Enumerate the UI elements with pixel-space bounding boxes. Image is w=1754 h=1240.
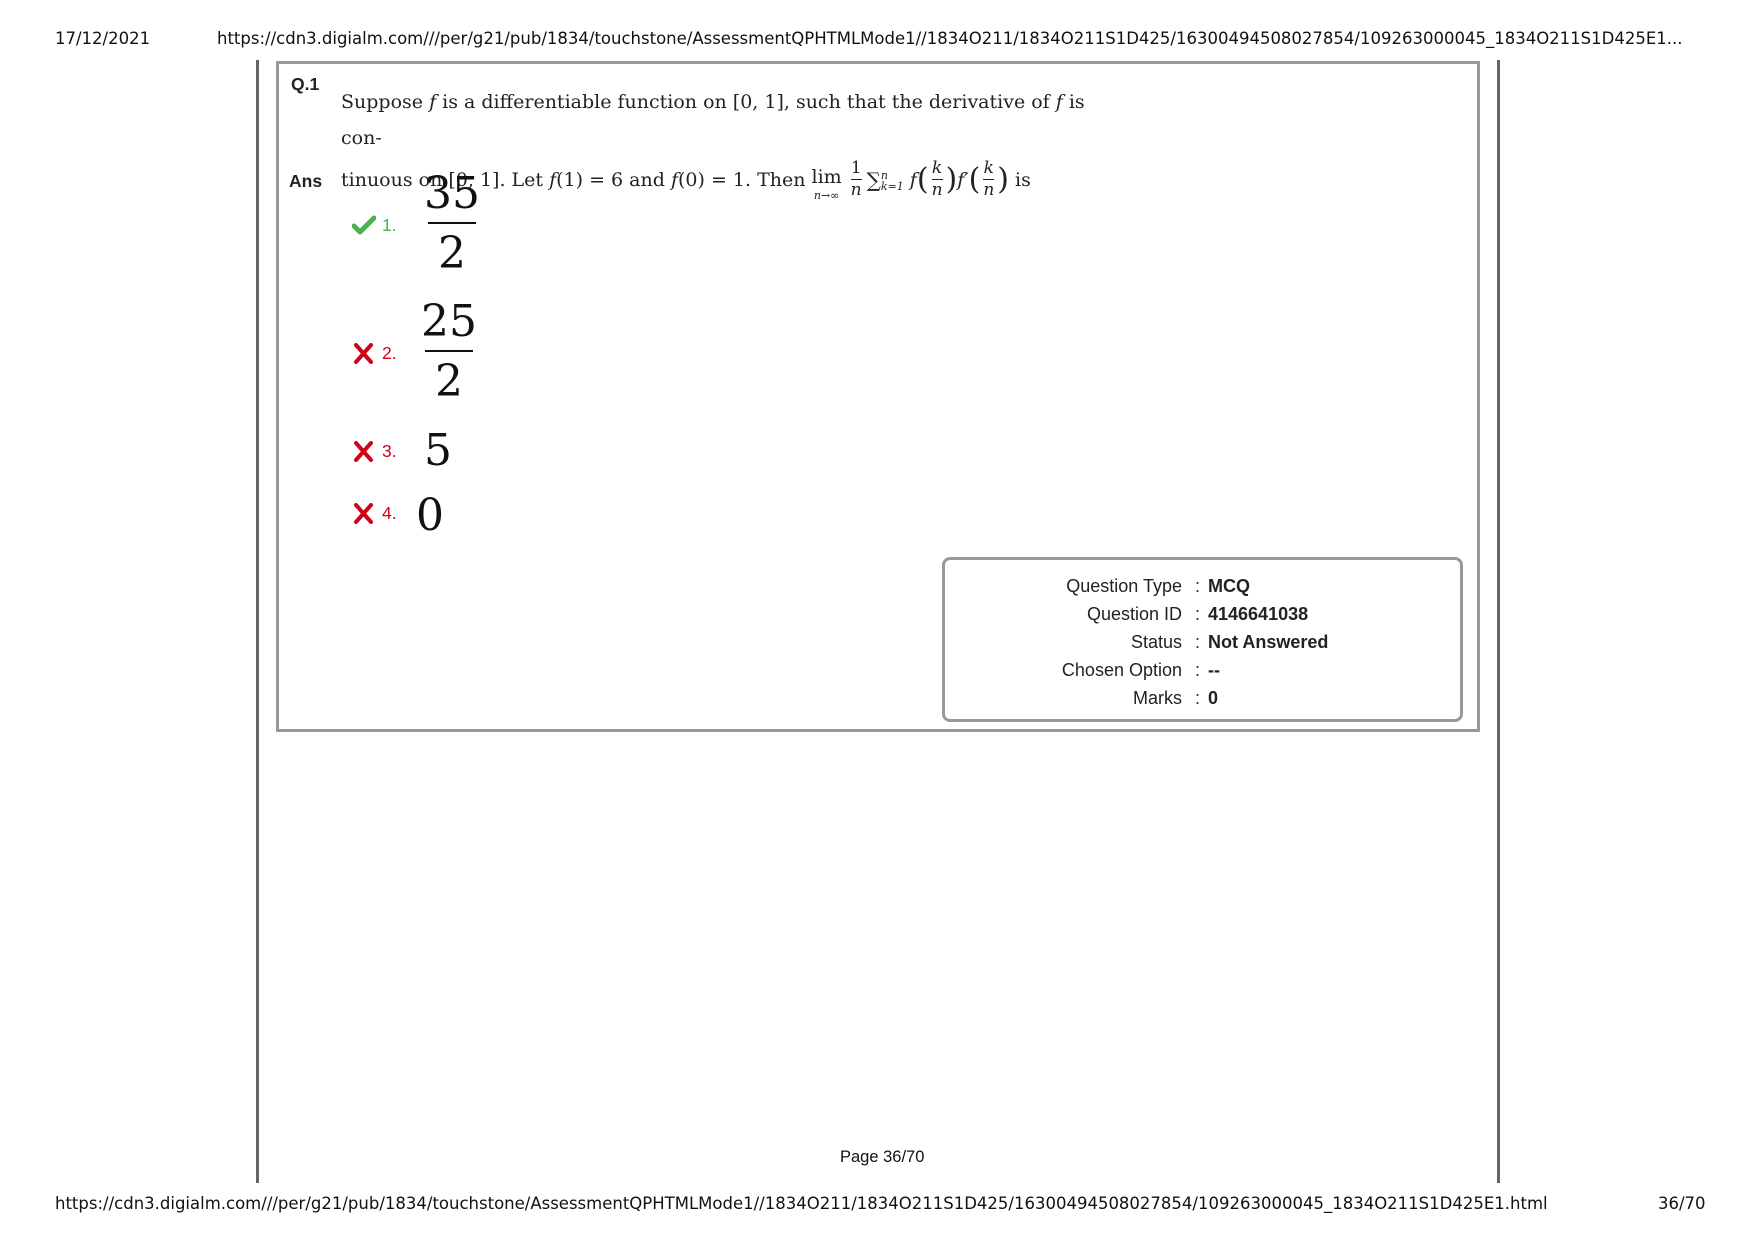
info-row-question-type: Question Type : MCQ <box>1066 576 1250 596</box>
info-label: Question ID <box>1086 604 1182 624</box>
limit-operator: lim n→∞ <box>811 166 842 202</box>
option-3: 3. <box>352 440 397 462</box>
one-over-n-fraction: 1 n <box>850 158 862 200</box>
option-3-number: 3. <box>382 440 397 461</box>
print-header-date: 17/12/2021 <box>55 29 151 48</box>
option-1-number: 1. <box>382 214 397 235</box>
info-row-status: Status : Not Answered <box>1130 632 1329 652</box>
page-border-right <box>1497 60 1500 1183</box>
page-number-label: Page 36/70 <box>840 1148 925 1166</box>
option-4: 4. <box>352 502 397 524</box>
question-info-box: Question Type : MCQ Question ID : 414664… <box>942 557 1463 722</box>
info-value: 4146641038 <box>1208 604 1309 624</box>
option-2-number: 2. <box>382 342 397 363</box>
info-value: 0 <box>1208 688 1219 708</box>
answer-label: Ans <box>289 171 323 191</box>
option-4-number: 4. <box>382 502 397 523</box>
option-1-value: 35 2 <box>424 168 480 279</box>
option-2: 2. <box>352 342 397 364</box>
check-icon <box>351 214 377 236</box>
print-footer-url: https://cdn3.digialm.com///per/g21/pub/1… <box>55 1194 1548 1213</box>
k-over-n-fraction-2: k n <box>983 158 995 200</box>
info-value: MCQ <box>1208 576 1250 596</box>
page-border-left <box>256 60 259 1183</box>
option-4-value: 0 <box>416 490 444 541</box>
info-row-chosen-option: Chosen Option : -- <box>1061 660 1220 680</box>
info-label: Marks <box>1133 688 1182 708</box>
print-footer-page: 36/70 <box>1658 1194 1706 1213</box>
info-value: Not Answered <box>1208 632 1329 652</box>
print-header-url: https://cdn3.digialm.com///per/g21/pub/1… <box>217 29 1683 48</box>
info-label: Chosen Option <box>1061 660 1182 680</box>
limit-expression: lim n→∞ 1 n ∑ n k=1 f ( k n ) f′ ( k n) <box>811 158 1009 202</box>
k-over-n-fraction-1: k n <box>931 158 943 200</box>
info-label: Status <box>1130 632 1182 652</box>
info-row-marks: Marks : 0 <box>1133 688 1219 708</box>
question-text-line-1: Suppose f is a differentiable function o… <box>341 91 1085 149</box>
info-label: Question Type <box>1066 576 1182 596</box>
cross-icon <box>352 342 376 364</box>
cross-icon <box>352 502 376 524</box>
option-3-value: 5 <box>424 425 452 476</box>
info-value: -- <box>1208 660 1220 680</box>
summation: ∑ n k=1 <box>866 167 904 193</box>
question-number: Q.1 <box>291 74 320 94</box>
option-1: 1. <box>351 214 397 236</box>
cross-icon <box>352 440 376 462</box>
option-2-value: 25 2 <box>421 296 477 407</box>
info-row-question-id: Question ID : 4146641038 <box>1086 604 1309 624</box>
